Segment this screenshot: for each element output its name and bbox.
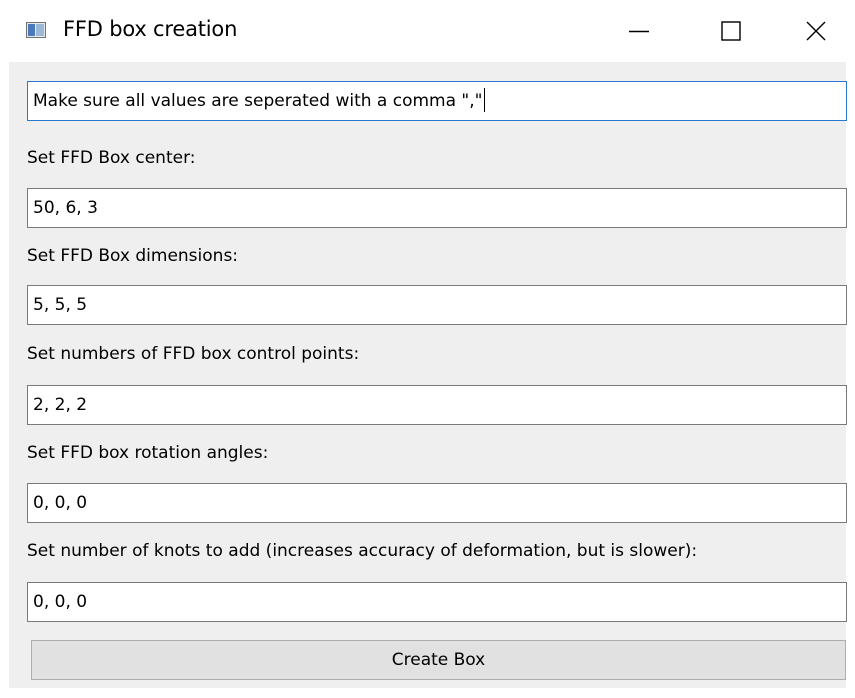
box-center-label: Set FFD Box center: — [27, 148, 196, 168]
control-points-input[interactable]: 2, 2, 2 — [27, 385, 847, 425]
instruction-field[interactable]: Make sure all values are seperated with … — [27, 81, 847, 121]
box-center-input[interactable]: 50, 6, 3 — [27, 188, 847, 228]
window-title: FFD box creation — [63, 17, 238, 41]
app-window-icon — [26, 22, 46, 38]
create-box-button[interactable]: Create Box — [31, 640, 846, 680]
close-icon — [806, 21, 826, 41]
ffd-box-creation-window: FFD box creation Make sure all values ar… — [0, 0, 855, 698]
rotation-angles-input[interactable]: 0, 0, 0 — [27, 483, 847, 523]
title-bar[interactable]: FFD box creation — [0, 0, 855, 62]
form-area: Make sure all values are seperated with … — [9, 62, 847, 688]
maximize-icon — [721, 21, 741, 41]
text-caret — [484, 88, 486, 112]
knots-label: Set number of knots to add (increases ac… — [27, 541, 698, 561]
maximize-button[interactable] — [685, 0, 777, 62]
close-button[interactable] — [777, 0, 855, 62]
box-dimensions-label: Set FFD Box dimensions: — [27, 246, 239, 266]
control-points-label: Set numbers of FFD box control points: — [27, 344, 360, 364]
minimize-button[interactable] — [593, 0, 685, 62]
minimize-icon — [629, 30, 649, 33]
instruction-text: Make sure all values are seperated with … — [33, 91, 483, 111]
rotation-angles-label: Set FFD box rotation angles: — [27, 443, 269, 463]
box-dimensions-input[interactable]: 5, 5, 5 — [27, 285, 847, 325]
knots-input[interactable]: 0, 0, 0 — [27, 582, 847, 622]
